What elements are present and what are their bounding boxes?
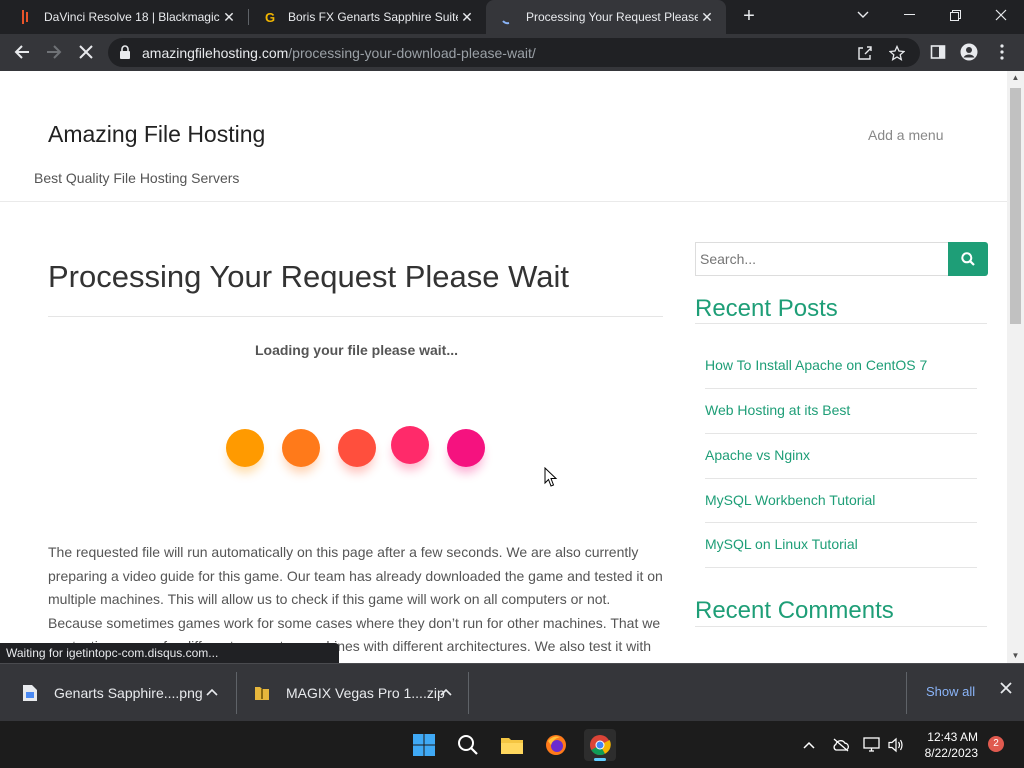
more-menu-icon[interactable] (990, 40, 1014, 64)
recent-post-link[interactable]: MySQL Workbench Tutorial (705, 492, 875, 508)
close-icon[interactable]: ✕ (458, 9, 476, 26)
chevron-up-icon[interactable] (206, 687, 218, 699)
close-icon[interactable]: ✕ (698, 9, 716, 26)
stop-loading-icon[interactable] (74, 40, 98, 64)
close-icon[interactable]: ✕ (220, 9, 238, 26)
forward-arrow-icon[interactable] (42, 40, 66, 64)
post-divider (705, 478, 977, 479)
url-text[interactable]: amazingfilehosting.com/processing-your-d… (142, 45, 536, 61)
zip-folder-icon (255, 687, 269, 700)
loader-dot (447, 429, 485, 467)
widget-divider (695, 323, 987, 324)
taskbar-clock[interactable]: 12:43 AM 8/22/2023 (918, 729, 978, 761)
body-paragraph: The requested file will run automaticall… (48, 544, 663, 654)
lock-icon[interactable] (118, 45, 132, 60)
scroll-down-arrow-icon[interactable]: ▼ (1007, 649, 1024, 663)
search-input[interactable] (695, 242, 948, 276)
download-divider (468, 672, 469, 714)
network-icon[interactable] (862, 735, 882, 755)
loading-icon (500, 9, 516, 25)
header-divider (0, 201, 1007, 202)
url-path: /processing-your-download-please-wait/ (288, 45, 536, 61)
recent-posts-title: Recent Posts (695, 295, 838, 322)
taskbar-search-icon[interactable] (452, 729, 484, 761)
page-title: Processing Your Request Please Wait (48, 259, 569, 294)
url-domain: amazingfilehosting.com (142, 45, 289, 61)
active-app-indicator (594, 758, 606, 761)
file-explorer-icon[interactable] (496, 729, 528, 761)
tab-title: Boris FX Genarts Sapphire Suite 2 (288, 10, 458, 24)
davinci-icon (18, 9, 34, 25)
widget-divider (695, 626, 987, 627)
recent-post-link[interactable]: Apache vs Nginx (705, 447, 810, 463)
loader-dot (226, 429, 264, 467)
loader-dot (338, 429, 376, 467)
recent-post-link[interactable]: MySQL on Linux Tutorial (705, 536, 858, 552)
post-divider (705, 567, 977, 568)
close-window-button[interactable] (978, 0, 1024, 30)
cloud-off-icon[interactable] (831, 735, 851, 755)
firefox-icon[interactable] (540, 729, 572, 761)
minimize-button[interactable] (886, 0, 932, 30)
tray-overflow-chevron-icon[interactable] (799, 735, 819, 755)
tab-processing[interactable]: Processing Your Request Please W ✕ (486, 0, 726, 34)
image-file-icon (23, 685, 37, 701)
clock-date: 8/22/2023 (924, 746, 978, 760)
scrollbar-thumb[interactable] (1010, 88, 1021, 324)
scroll-up-arrow-icon[interactable]: ▲ (1007, 71, 1024, 85)
chevron-up-icon[interactable] (440, 687, 452, 699)
volume-icon[interactable] (886, 735, 906, 755)
share-icon[interactable] (856, 44, 874, 62)
download-shelf: Genarts Sapphire....png MAGIX Vegas Pro … (0, 663, 1024, 721)
clock-time: 12:43 AM (927, 730, 978, 744)
loader-dot (282, 429, 320, 467)
bookmark-star-icon[interactable] (888, 44, 906, 62)
download-divider (906, 672, 907, 714)
tab-search-chevron-icon[interactable] (840, 0, 886, 30)
side-panel-icon[interactable] (926, 40, 950, 64)
loading-text: Loading your file please wait... (254, 342, 459, 358)
loader-dot (391, 426, 429, 464)
recent-post-link[interactable]: How To Install Apache on CentOS 7 (705, 357, 927, 373)
add-menu-link[interactable]: Add a menu (868, 127, 944, 143)
download-item[interactable]: MAGIX Vegas Pro 1....zip (254, 672, 464, 714)
close-shelf-icon[interactable] (998, 681, 1014, 699)
chrome-icon[interactable] (584, 729, 616, 761)
tab-davinci[interactable]: DaVinci Resolve 18 | Blackmagic ✕ (4, 0, 248, 34)
show-all-button[interactable]: Show all (926, 684, 975, 699)
page-scrollbar[interactable]: ▲ ▼ (1007, 71, 1024, 663)
title-divider (48, 316, 663, 317)
recent-post-link[interactable]: Web Hosting at its Best (705, 402, 850, 418)
profile-icon[interactable] (957, 40, 981, 64)
post-divider (705, 433, 977, 434)
download-filename: MAGIX Vegas Pro 1....zip (286, 685, 445, 701)
mouse-cursor-icon (544, 467, 558, 487)
tab-boris[interactable]: G Boris FX Genarts Sapphire Suite 2 ✕ (248, 0, 486, 34)
download-filename: Genarts Sapphire....png (54, 685, 203, 701)
tab-title: Processing Your Request Please W (526, 10, 698, 24)
restore-button[interactable] (932, 0, 978, 30)
notification-badge[interactable]: 2 (988, 736, 1004, 752)
tab-title: DaVinci Resolve 18 | Blackmagic (44, 10, 220, 24)
back-arrow-icon[interactable] (10, 40, 34, 64)
download-divider (236, 672, 237, 714)
post-divider (705, 522, 977, 523)
windows-taskbar: 12:43 AM 8/22/2023 2 (0, 721, 1024, 768)
download-item[interactable]: Genarts Sapphire....png (22, 672, 232, 714)
windows-start-icon[interactable] (408, 729, 440, 761)
status-bubble: Waiting for igetintopc-com.disqus.com... (0, 643, 339, 663)
tab-strip: DaVinci Resolve 18 | Blackmagic ✕ G Bori… (0, 0, 1024, 34)
recent-comments-title: Recent Comments (695, 597, 894, 624)
google-g-icon: G (264, 9, 276, 25)
address-bar[interactable]: amazingfilehosting.com/processing-your-d… (108, 38, 920, 67)
web-page: Amazing File Hosting Add a menu Best Qua… (0, 71, 1007, 663)
search-button[interactable] (948, 242, 988, 276)
site-tagline: Best Quality File Hosting Servers (34, 170, 240, 186)
browser-toolbar: amazingfilehosting.com/processing-your-d… (0, 34, 1024, 71)
site-title[interactable]: Amazing File Hosting (48, 121, 265, 148)
new-tab-button[interactable]: + (738, 5, 760, 27)
post-divider (705, 388, 977, 389)
search-icon (961, 252, 975, 266)
